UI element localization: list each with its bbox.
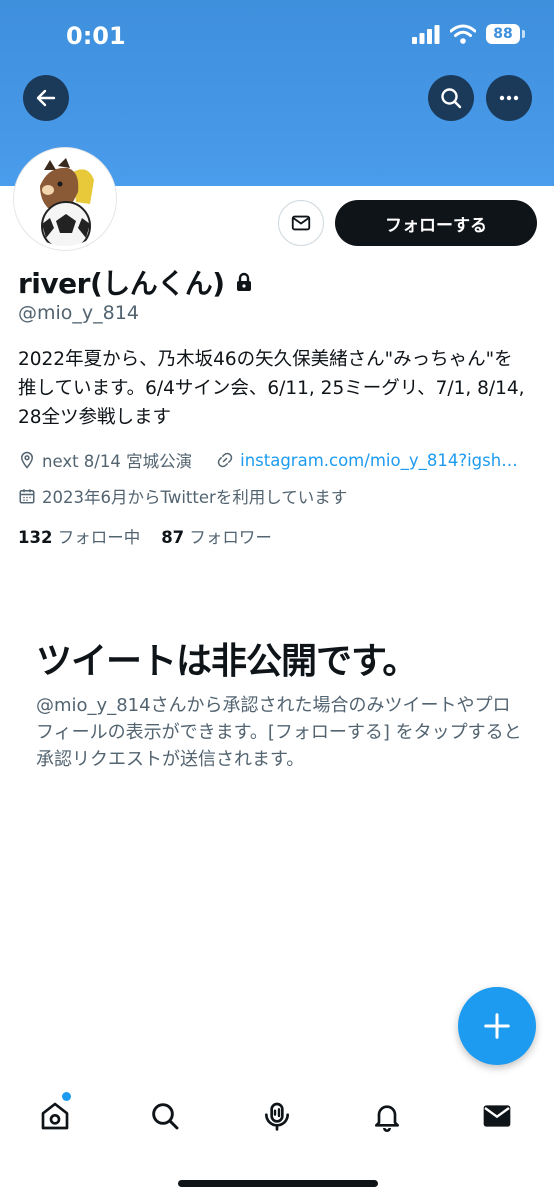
messages-icon: [483, 1105, 511, 1127]
status-bar: 0:01 88: [0, 0, 554, 74]
profile-website-link[interactable]: instagram.com/mio_y_814?igsh…: [240, 451, 518, 470]
profile-handle: @mio_y_814: [18, 302, 139, 324]
display-name-row: river(しんくん): [18, 262, 253, 302]
follow-counts: 132 フォロー中 87 フォロワー: [18, 524, 272, 548]
message-button[interactable]: [278, 200, 324, 246]
follow-button[interactable]: フォローする: [335, 200, 537, 246]
avatar-image: [18, 152, 112, 246]
profile-bio: 2022年夏から、乃木坂46の矢久保美緒さん"みっちゃん"を推しています。6/4…: [18, 349, 525, 428]
more-icon: [499, 95, 519, 101]
bottom-tab-bar: [0, 1086, 554, 1150]
search-icon: [152, 1103, 179, 1130]
avatar[interactable]: [14, 148, 116, 250]
status-icons: 88: [412, 24, 525, 44]
tab-home[interactable]: [30, 1086, 80, 1146]
compose-tweet-button[interactable]: [458, 987, 536, 1065]
profile-joined-date: 2023年6月からTwitterを利用しています: [42, 488, 348, 507]
tab-notifications[interactable]: [362, 1086, 412, 1146]
followers-label: フォロワー: [189, 528, 272, 547]
battery-icon: 88: [486, 24, 525, 44]
display-name: river(しんくん): [18, 267, 225, 300]
tab-messages[interactable]: [472, 1086, 522, 1146]
followers-link[interactable]: 87 フォロワー: [161, 528, 272, 547]
back-button[interactable]: [23, 75, 69, 121]
status-time: 0:01: [66, 22, 126, 50]
more-button[interactable]: [486, 75, 532, 121]
profile-joined-row: 2023年6月からTwitterを利用しています: [18, 484, 347, 508]
arrow-left-icon: [36, 89, 56, 107]
notifications-icon: [375, 1105, 399, 1132]
following-link[interactable]: 132 フォロー中: [18, 528, 140, 547]
battery-level: 88: [493, 26, 513, 42]
followers-count: 87: [161, 528, 185, 547]
plus-icon: [484, 1013, 510, 1039]
wifi-icon: [450, 24, 476, 44]
home-notification-dot: [62, 1092, 71, 1101]
link-icon: [217, 452, 233, 468]
following-label: フォロー中: [57, 528, 141, 547]
spaces-icon: [265, 1102, 289, 1131]
tab-search[interactable]: [140, 1086, 190, 1146]
search-icon: [441, 88, 462, 109]
tab-spaces[interactable]: [252, 1086, 302, 1146]
location-icon: [20, 451, 34, 469]
signal-icon: [412, 25, 440, 44]
lock-icon: [236, 272, 251, 291]
mail-icon: [291, 215, 311, 231]
home-indicator: [178, 1180, 378, 1187]
protected-description: @mio_y_814さんから承認された場合のみツイートやプロフィールの表示ができ…: [36, 695, 522, 770]
home-icon: [41, 1102, 69, 1130]
profile-meta-row: next 8/14 宮城公演 instagram.com/mio_y_814?i…: [18, 448, 518, 472]
search-button[interactable]: [428, 75, 474, 121]
calendar-icon: [19, 489, 35, 504]
profile-location: next 8/14 宮城公演: [42, 452, 193, 471]
protected-title: ツイートは非公開です。: [36, 641, 418, 682]
following-count: 132: [18, 528, 53, 547]
